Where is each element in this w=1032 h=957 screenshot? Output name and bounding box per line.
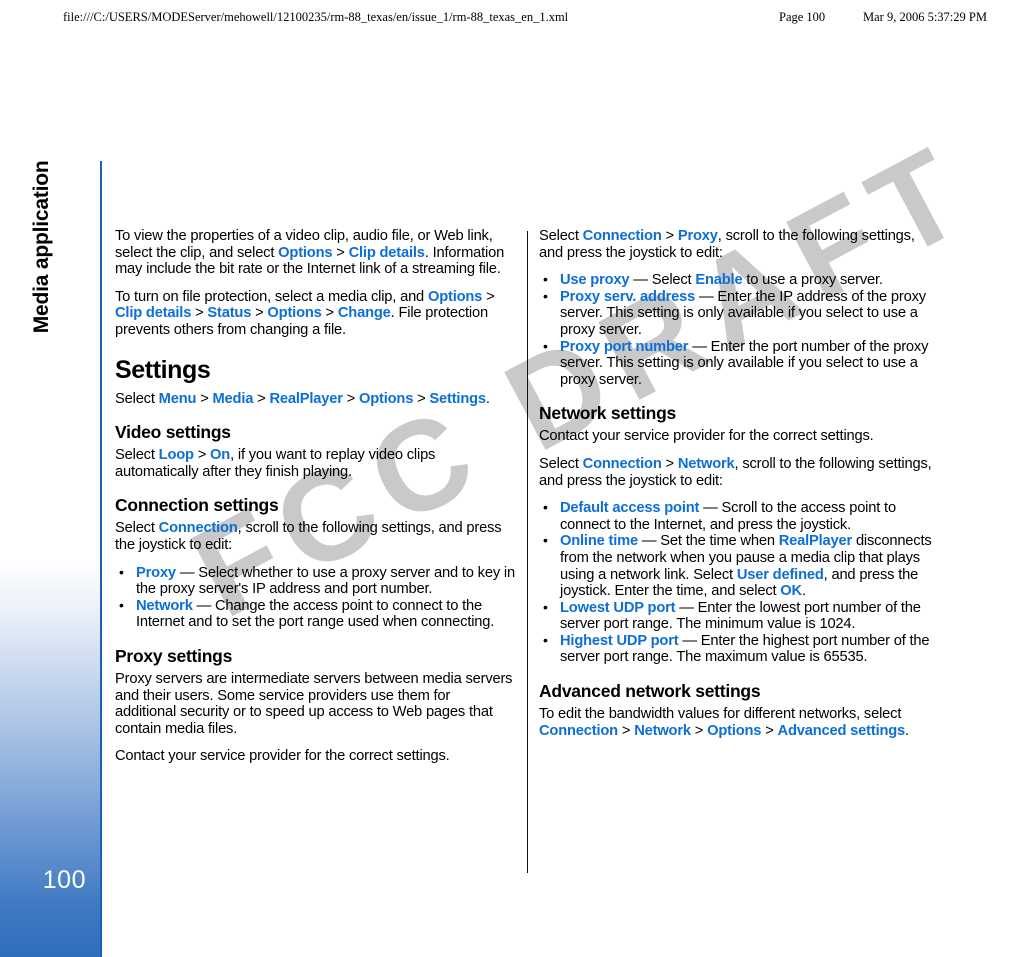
text-seg: To edit the bandwidth values for differe…: [539, 706, 902, 723]
list-item: Default access point — Scroll to the acc…: [539, 499, 939, 533]
sep: >: [191, 305, 208, 322]
text-seg: Select: [539, 455, 583, 472]
keyword-realplayer: RealPlayer: [269, 390, 343, 407]
keyword-network: Network: [136, 597, 193, 614]
sep: >: [413, 390, 430, 407]
paragraph-video-settings: Select Loop > On, if you want to replay …: [115, 447, 515, 480]
keyword-enable: Enable: [695, 272, 743, 289]
text-seg: — Set the time when: [638, 533, 779, 550]
keyword-proxy-port-number: Proxy port number: [560, 338, 689, 355]
sep: >: [193, 447, 211, 464]
keyword-ok: OK: [780, 583, 802, 600]
heading-settings: Settings: [115, 355, 211, 384]
text-seg: Select: [115, 520, 159, 537]
text-seg: Select: [115, 447, 159, 464]
sep: >: [332, 244, 349, 261]
sep: >: [251, 305, 268, 322]
keyword-lowest-udp-port: Lowest UDP port: [560, 599, 676, 616]
sep: >: [196, 390, 213, 407]
keyword-network: Network: [677, 455, 735, 472]
text-seg: .: [905, 722, 909, 739]
text-seg: to use a proxy server.: [742, 272, 883, 289]
sep: >: [661, 228, 678, 244]
keyword-media: Media: [212, 390, 254, 407]
list-item: Proxy serv. address — Enter the IP addre…: [539, 288, 939, 339]
keyword-options: Options: [427, 288, 483, 305]
keyword-clip-details: Clip details: [348, 244, 425, 261]
list-item: Use proxy — Select Enable to use a proxy…: [539, 271, 939, 289]
list-item: Online time — Set the time when RealPlay…: [539, 532, 939, 600]
paragraph-settings-path: Select Menu > Media > RealPlayer > Optio…: [115, 391, 515, 408]
keyword-proxy: Proxy: [677, 228, 718, 244]
sep: >: [661, 455, 678, 472]
connection-bullet-list: Proxy — Select whether to use a proxy se…: [115, 564, 515, 631]
keyword-on: On: [210, 447, 231, 464]
sep: >: [761, 722, 778, 739]
text-seg: — Select: [629, 272, 696, 289]
list-item: Highest UDP port — Enter the highest por…: [539, 632, 939, 666]
list-item: Proxy port number — Enter the port numbe…: [539, 338, 939, 389]
keyword-highest-udp-port: Highest UDP port: [560, 632, 679, 649]
heading-network-settings: Network settings: [539, 403, 676, 424]
text-seg: Select: [539, 228, 583, 244]
sep: >: [321, 305, 338, 322]
paragraph-network-intro: Select Connection > Network, scroll to t…: [539, 456, 939, 489]
keyword-proxy: Proxy: [136, 564, 176, 581]
keyword-menu: Menu: [158, 390, 197, 407]
paragraph-connection-intro: Select Connection, scroll to the followi…: [115, 520, 515, 553]
text-seg: .: [485, 390, 490, 407]
keyword-advanced-settings: Advanced settings: [777, 722, 906, 739]
keyword-default-access-point: Default access point: [560, 500, 700, 517]
paragraph-proxy-description: Proxy servers are intermediate servers b…: [115, 670, 513, 737]
sep: >: [342, 390, 359, 407]
keyword-network: Network: [634, 722, 691, 739]
keyword-options: Options: [707, 722, 762, 739]
keyword-proxy-serv-address: Proxy serv. address: [560, 288, 696, 305]
heading-advanced-network-settings: Advanced network settings: [539, 681, 761, 702]
keyword-connection: Connection: [582, 228, 662, 244]
list-item: Proxy — Select whether to use a proxy se…: [115, 564, 515, 598]
network-bullet-list: Default access point — Scroll to the acc…: [539, 499, 939, 666]
keyword-loop: Loop: [158, 447, 194, 464]
sep: >: [253, 390, 270, 407]
keyword-options: Options: [358, 390, 414, 407]
text-seg: Select: [115, 390, 159, 407]
keyword-settings: Settings: [429, 390, 486, 407]
list-item: Lowest UDP port — Enter the lowest port …: [539, 599, 939, 633]
keyword-clip-details: Clip details: [115, 305, 192, 322]
paragraph-clip-properties: To view the properties of a video clip, …: [115, 228, 515, 278]
keyword-options: Options: [278, 244, 333, 261]
keyword-connection: Connection: [539, 722, 618, 739]
sep: >: [482, 288, 495, 305]
heading-proxy-settings: Proxy settings: [115, 645, 233, 666]
keyword-user-defined: User defined: [736, 566, 824, 583]
paragraph-proxy-contact: Contact your service provider for the co…: [115, 748, 450, 765]
keyword-online-time: Online time: [560, 533, 638, 550]
text-seg: .: [801, 583, 806, 600]
text-seg: — Select whether to use a proxy server a…: [136, 564, 515, 598]
text-seg: To turn on file protection, select a med…: [115, 288, 428, 305]
right-column: Select Connection > Proxy, scroll to the…: [539, 228, 939, 750]
keyword-connection: Connection: [582, 455, 662, 472]
list-item: Network — Change the access point to con…: [115, 597, 515, 631]
paragraph-advanced-network: To edit the bandwidth values for differe…: [539, 706, 939, 739]
heading-video-settings: Video settings: [115, 422, 231, 443]
sep: >: [617, 722, 635, 739]
keyword-change: Change: [337, 305, 391, 322]
heading-connection-settings: Connection settings: [115, 495, 279, 516]
paragraph-proxy-intro: Select Connection > Proxy, scroll to the…: [539, 228, 939, 261]
page-content: To view the properties of a video clip, …: [0, 0, 1032, 957]
left-column: To view the properties of a video clip, …: [115, 228, 515, 776]
keyword-connection: Connection: [158, 520, 238, 537]
proxy-bullet-list: Use proxy — Select Enable to use a proxy…: [539, 271, 939, 389]
sep: >: [690, 722, 708, 739]
keyword-options: Options: [267, 305, 322, 322]
paragraph-network-contact: Contact your service provider for the co…: [539, 428, 874, 445]
keyword-realplayer: RealPlayer: [778, 533, 853, 550]
keyword-status: Status: [207, 305, 252, 322]
keyword-use-proxy: Use proxy: [560, 272, 630, 289]
paragraph-file-protection: To turn on file protection, select a med…: [115, 289, 515, 339]
